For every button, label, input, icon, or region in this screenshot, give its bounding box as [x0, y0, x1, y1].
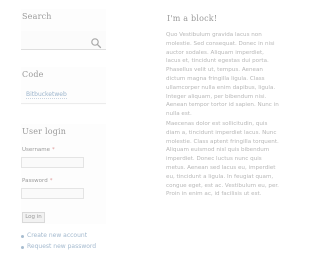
- list-item: Create new account: [21, 232, 111, 242]
- bitbucket-link[interactable]: Bitbucketweb: [26, 91, 67, 99]
- username-label-text: Username: [22, 147, 51, 153]
- password-label: Password *: [22, 178, 52, 184]
- account-links: Create new account Request new password: [21, 232, 111, 254]
- block-title: I'm a block!: [167, 14, 218, 23]
- paragraph: Quo Vestibulum gravida lacus non molesti…: [166, 32, 279, 118]
- search-block: Search: [21, 9, 106, 50]
- search-button[interactable]: [90, 34, 102, 49]
- request-password-link[interactable]: Request new password: [27, 243, 96, 250]
- search-heading: Search: [22, 12, 52, 21]
- required-marker: *: [49, 178, 53, 184]
- paragraph: Maecenas dolor est sollicitudin, quis di…: [166, 121, 279, 198]
- user-login-block: User login Username * Password * Log in: [21, 124, 106, 224]
- code-heading: Code: [22, 70, 44, 79]
- login-button[interactable]: Log in: [22, 212, 45, 223]
- search-form: [21, 31, 106, 50]
- username-input[interactable]: [21, 157, 84, 168]
- password-label-text: Password: [22, 178, 48, 184]
- username-label: Username *: [22, 147, 55, 153]
- left-sidebar: Search Code Bitbucketweb User login User…: [21, 0, 106, 263]
- bullet-icon: [21, 235, 24, 238]
- password-input[interactable]: [21, 188, 84, 199]
- required-marker: *: [52, 147, 55, 153]
- create-account-link[interactable]: Create new account: [27, 232, 87, 239]
- user-login-heading: User login: [22, 127, 67, 136]
- search-icon: [91, 38, 102, 49]
- bullet-icon: [21, 246, 24, 249]
- code-block: Code Bitbucketweb: [21, 67, 106, 105]
- search-input[interactable]: [23, 35, 85, 47]
- list-item: Request new password: [21, 243, 111, 253]
- divider: [21, 103, 106, 104]
- right-content: I'm a block! Quo Vestibulum gravida lacu…: [166, 0, 279, 263]
